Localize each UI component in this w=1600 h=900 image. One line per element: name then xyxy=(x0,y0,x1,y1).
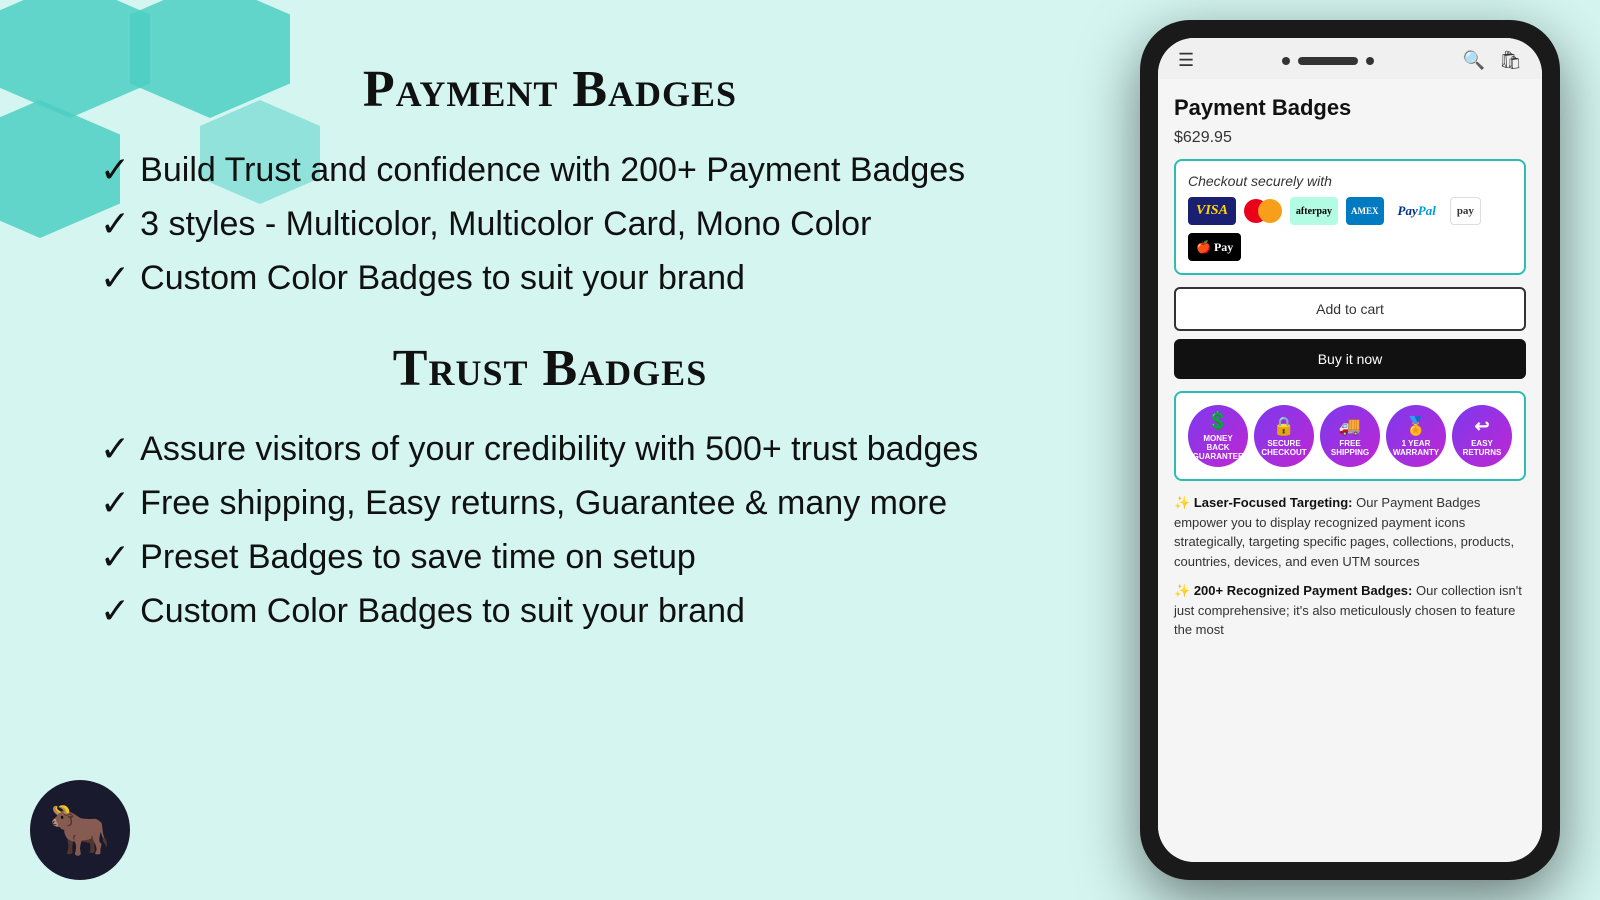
gpay-badge: pay xyxy=(1450,197,1481,225)
notch-bar xyxy=(1298,57,1358,65)
search-icon[interactable]: 🔍 xyxy=(1463,50,1485,71)
phone-product-title: Payment Badges xyxy=(1174,95,1526,121)
cart-icon[interactable]: 🛍 xyxy=(1499,50,1522,71)
payment-badges-title: Payment Badges xyxy=(100,60,1000,119)
payment-badge-box: Checkout securely with VISA afterpay AME… xyxy=(1174,159,1526,275)
trust-badge-secure: 🔒 SECURE CHECKOUT xyxy=(1254,405,1314,467)
desc1-bold: Laser-Focused Targeting: xyxy=(1194,495,1353,510)
phone-desc-1: ✨ Laser-Focused Targeting: Our Payment B… xyxy=(1174,493,1526,571)
phone-content: Payment Badges $629.95 Checkout securely… xyxy=(1158,79,1542,862)
menu-icon[interactable]: ☰ xyxy=(1178,50,1194,71)
check-icon-2: ✓ xyxy=(100,203,130,245)
visa-badge: VISA xyxy=(1188,197,1236,225)
mc-right-circle xyxy=(1258,199,1282,223)
returns-icon: ↩ xyxy=(1474,416,1489,437)
bull-icon: 🐂 xyxy=(49,801,111,860)
payment-item-2: ✓ 3 styles - Multicolor, Multicolor Card… xyxy=(100,203,1000,245)
payment-check-list: ✓ Build Trust and confidence with 200+ P… xyxy=(100,149,1000,299)
desc2-bold: 200+ Recognized Payment Badges: xyxy=(1194,583,1413,598)
trust-badge-box: 💲 MONEY BACK GUARANTEE 🔒 SECURE CHECKOUT… xyxy=(1174,391,1526,481)
trust-item-4: ✓ Custom Color Badges to suit your brand xyxy=(100,590,1000,632)
amex-badge: AMEX xyxy=(1346,197,1384,225)
trust-badge-money-back: 💲 MONEY BACK GUARANTEE xyxy=(1188,405,1248,467)
warranty-icon: 🏅 xyxy=(1405,416,1427,437)
sparkle-2: ✨ xyxy=(1174,583,1190,598)
trust-item-1: ✓ Assure visitors of your credibility wi… xyxy=(100,428,1000,470)
secure-icon: 🔒 xyxy=(1273,416,1295,437)
trust-item-2: ✓ Free shipping, Easy returns, Guarantee… xyxy=(100,482,1000,524)
add-to-cart-button[interactable]: Add to cart xyxy=(1174,287,1526,331)
trust-badges-title: Trust Badges xyxy=(100,339,1000,398)
bull-circle: 🐂 xyxy=(30,780,130,880)
applepay-badge: 🍎 Pay xyxy=(1188,233,1241,261)
phone-price: $629.95 xyxy=(1174,129,1526,147)
mastercard-badge xyxy=(1244,199,1282,223)
apple-icon: 🍎 xyxy=(1196,240,1211,255)
check-icon-3: ✓ xyxy=(100,257,130,299)
check-icon-4: ✓ xyxy=(100,428,130,470)
payment-item-3: ✓ Custom Color Badges to suit your brand xyxy=(100,257,1000,299)
check-icon-1: ✓ xyxy=(100,149,130,191)
check-icon-7: ✓ xyxy=(100,590,130,632)
paypal-badge: PayPal xyxy=(1392,197,1442,225)
notch-dot-2 xyxy=(1366,57,1374,65)
shipping-icon: 🚚 xyxy=(1339,416,1361,437)
trust-item-3: ✓ Preset Badges to save time on setup xyxy=(100,536,1000,578)
phone-action-icons: 🔍 🛍 xyxy=(1463,50,1522,71)
phone-top-bar: ☰ 🔍 🛍 xyxy=(1158,38,1542,79)
payment-item-1: ✓ Build Trust and confidence with 200+ P… xyxy=(100,149,1000,191)
trust-badges-row: 💲 MONEY BACK GUARANTEE 🔒 SECURE CHECKOUT… xyxy=(1188,405,1512,467)
check-icon-5: ✓ xyxy=(100,482,130,524)
afterpay-badge: afterpay xyxy=(1290,197,1338,225)
payment-icons: VISA afterpay AMEX PayPal pay 🍎 Pay xyxy=(1188,197,1512,261)
notch-dot-1 xyxy=(1282,57,1290,65)
left-content: Payment Badges ✓ Build Trust and confide… xyxy=(100,60,1000,672)
trust-check-list: ✓ Assure visitors of your credibility wi… xyxy=(100,428,1000,632)
money-back-icon: 💲 xyxy=(1207,411,1229,432)
buy-now-button[interactable]: Buy it now xyxy=(1174,339,1526,379)
sparkle-1: ✨ xyxy=(1174,495,1190,510)
phone-notch xyxy=(1282,57,1374,65)
phone-mockup: ☰ 🔍 🛍 Payment Badges $629.95 Checkout se… xyxy=(1140,20,1560,880)
phone-inner: ☰ 🔍 🛍 Payment Badges $629.95 Checkout se… xyxy=(1158,38,1542,862)
bull-logo: 🐂 xyxy=(30,780,130,880)
checkout-label: Checkout securely with xyxy=(1188,173,1512,189)
check-icon-6: ✓ xyxy=(100,536,130,578)
trust-badge-returns: ↩ EASY RETURNS xyxy=(1452,405,1512,467)
phone-desc-2: ✨ 200+ Recognized Payment Badges: Our co… xyxy=(1174,581,1526,640)
trust-badge-warranty: 🏅 1 YEAR WARRANTY xyxy=(1386,405,1446,467)
trust-badge-shipping: 🚚 FREE SHIPPING xyxy=(1320,405,1380,467)
